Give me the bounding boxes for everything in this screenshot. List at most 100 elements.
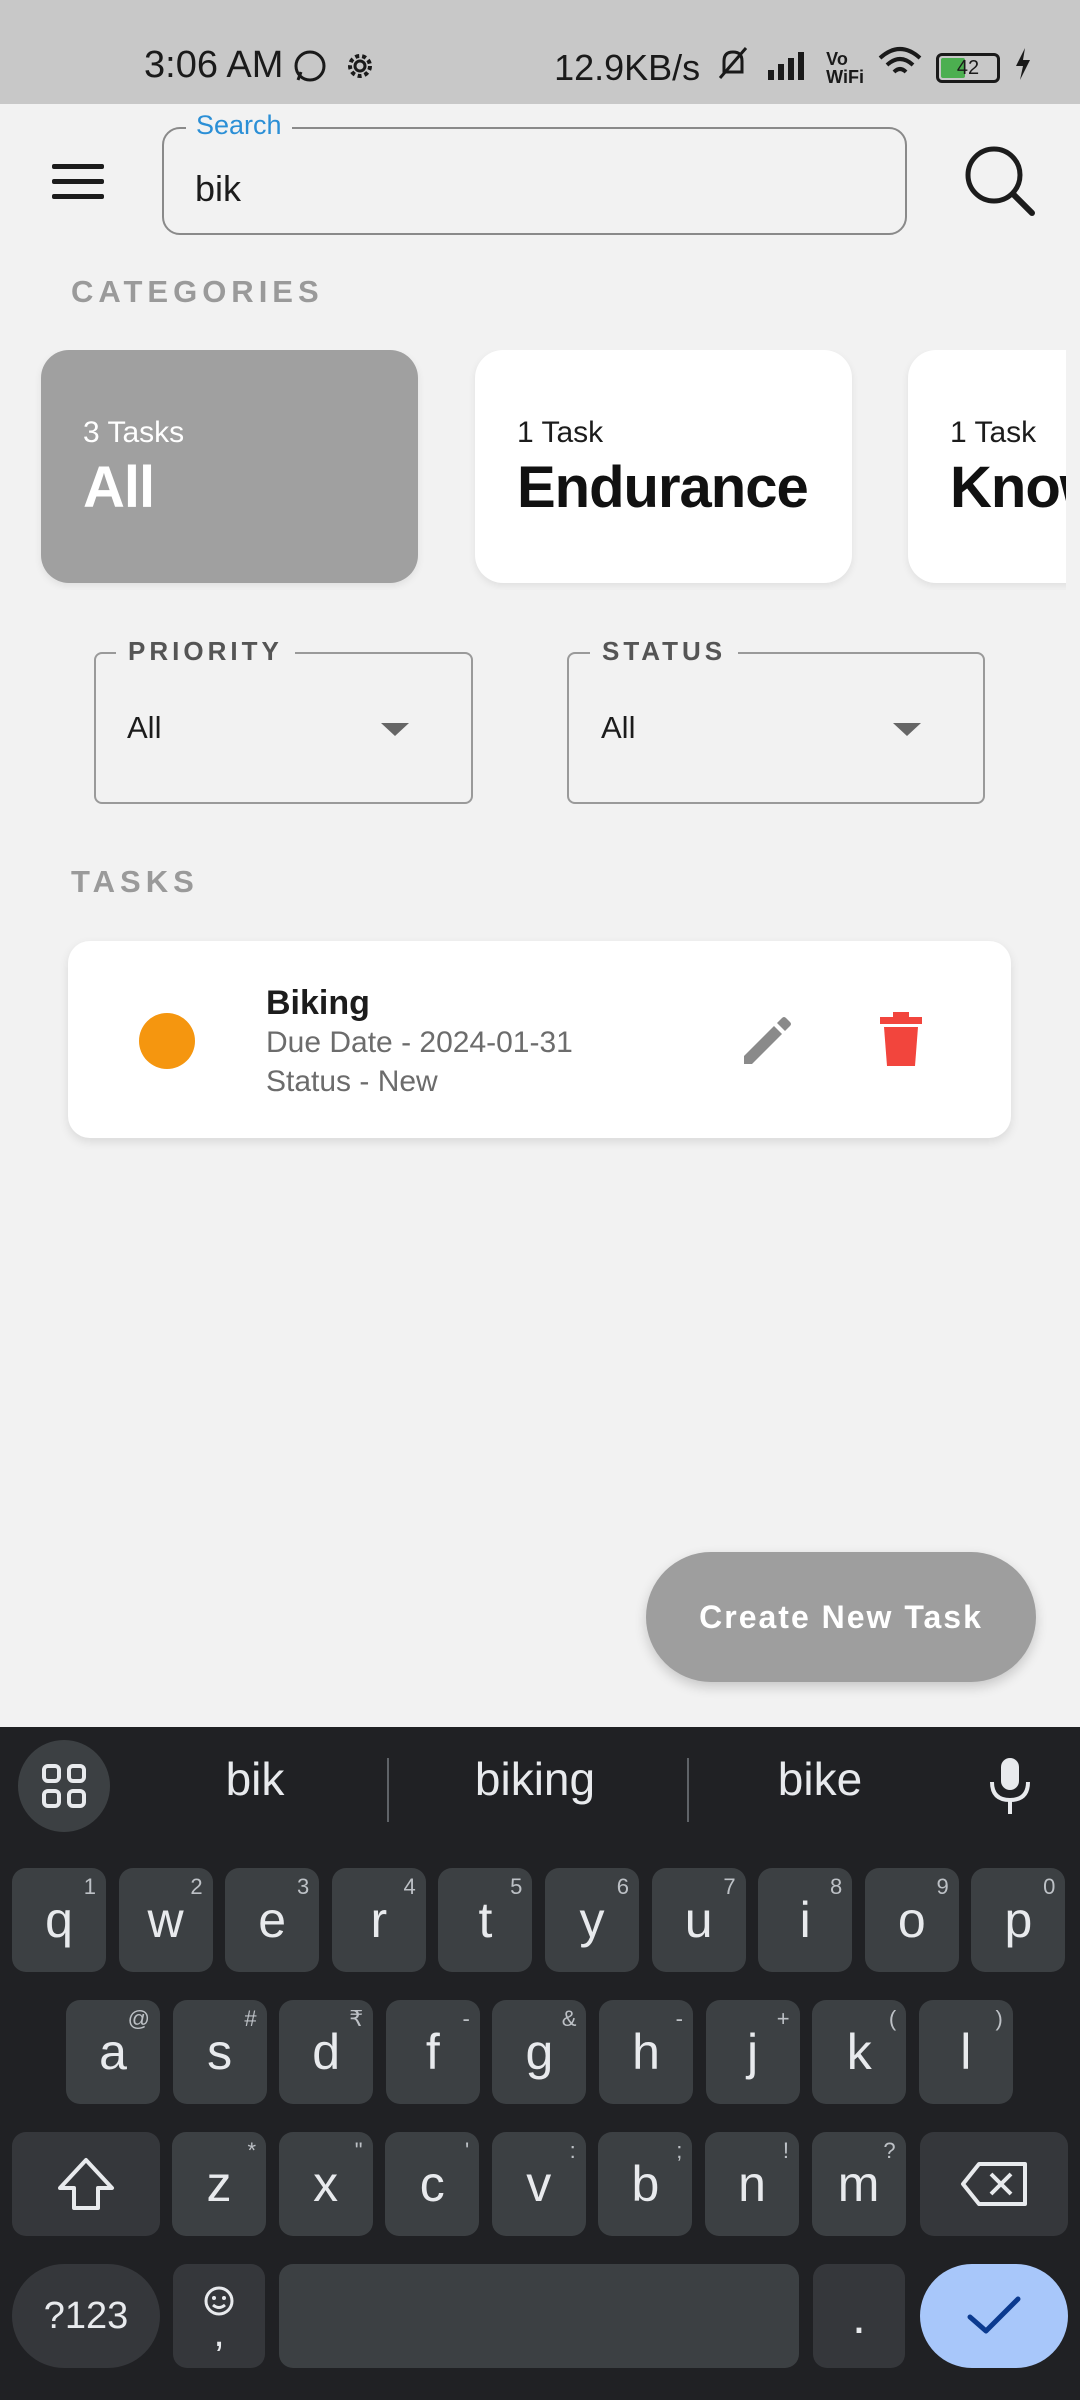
vowifi-icon: Vo WiFi xyxy=(826,48,864,87)
key-hint: 4 xyxy=(403,1874,416,1899)
key-h[interactable]: h- xyxy=(599,2000,693,2104)
key-g[interactable]: g & xyxy=(492,2000,587,2104)
period-key[interactable]: . xyxy=(813,2264,905,2368)
key-hint: ; xyxy=(676,2138,683,2163)
key-c[interactable]: c ' xyxy=(385,2132,480,2236)
key-hint: ? xyxy=(883,2138,896,2163)
edit-pencil-icon[interactable] xyxy=(740,1012,796,1068)
key-hint: * xyxy=(247,2138,256,2163)
key-d[interactable]: d ₹ xyxy=(279,2000,374,2104)
task-title: Biking xyxy=(266,984,370,1022)
key-a[interactable]: a @ xyxy=(66,2000,160,2104)
key-hint: 8 xyxy=(829,1874,843,1899)
key-j[interactable]: j + xyxy=(705,2000,800,2104)
key-label: h xyxy=(632,2024,660,2080)
key-label: o xyxy=(897,1892,926,1948)
network-speed: 12.9KB/s xyxy=(554,46,701,88)
comma-label: , xyxy=(213,2311,225,2355)
key-e[interactable]: e3 xyxy=(225,1868,320,1972)
key-t[interactable]: t5 xyxy=(438,1868,533,1972)
key-l[interactable]: l) xyxy=(918,2000,1013,2104)
key-hint: - xyxy=(462,2006,470,2031)
category-card-endurance[interactable]: 1 Task Endurance xyxy=(475,350,852,583)
key-label: y xyxy=(579,1892,605,1948)
search-value[interactable]: bik xyxy=(195,168,241,210)
settings-gear-icon xyxy=(342,48,378,84)
symbols-key[interactable]: ?123 xyxy=(12,2264,160,2368)
key-y[interactable]: y6 xyxy=(545,1868,639,1972)
key-hint: ! xyxy=(782,2138,789,2163)
key-s[interactable]: s # xyxy=(172,2000,267,2104)
space-key[interactable] xyxy=(279,2264,799,2368)
key-i[interactable]: i8 xyxy=(758,1868,853,1972)
key-hint: 7 xyxy=(723,1874,736,1899)
key-k[interactable]: k( xyxy=(812,2000,907,2104)
wifi-icon xyxy=(878,46,922,89)
search-icon[interactable] xyxy=(962,143,1038,219)
key-p[interactable]: p0 xyxy=(971,1868,1066,1972)
key-f[interactable]: f- xyxy=(385,2000,480,2104)
backspace-key[interactable] xyxy=(920,2132,1068,2236)
key-label: k xyxy=(846,2024,872,2080)
category-name: Endurance xyxy=(517,455,809,520)
key-v[interactable]: v: xyxy=(491,2132,586,2236)
category-card-all[interactable]: 3 Tasks All xyxy=(41,350,418,583)
enter-check-key[interactable] xyxy=(920,2264,1068,2368)
key-label: z xyxy=(206,2156,232,2212)
key-hint: & xyxy=(561,2006,577,2031)
priority-label: PRIORITY xyxy=(116,636,295,667)
key-q[interactable]: q1 xyxy=(12,1868,106,1972)
key-hint: ) xyxy=(995,2006,1003,2031)
category-card-know[interactable]: 1 Task Know xyxy=(908,350,1066,583)
key-o[interactable]: o9 xyxy=(864,1868,959,1972)
key-hint: ' xyxy=(464,2138,470,2163)
status-right: 12.9KB/s Vo WiFi 42 xyxy=(554,44,1032,91)
key-z[interactable]: z * xyxy=(172,2132,266,2236)
suggestion-1[interactable]: bik xyxy=(180,1752,330,1806)
suggestion-2[interactable]: biking xyxy=(430,1752,640,1806)
create-new-task-button[interactable]: Create New Task xyxy=(646,1552,1036,1682)
key-hint: " xyxy=(354,2138,363,2163)
mute-bell-icon xyxy=(714,44,752,91)
key-x[interactable]: x " xyxy=(278,2132,373,2236)
keyboard-apps-grid-icon[interactable] xyxy=(18,1740,110,1832)
category-name: Know xyxy=(950,455,1066,520)
key-label: b xyxy=(631,2156,660,2212)
key-hint: @ xyxy=(127,2006,150,2031)
key-u[interactable]: u7 xyxy=(651,1868,746,1972)
key-hint: # xyxy=(244,2006,257,2031)
status-label: STATUS xyxy=(590,636,739,667)
key-label: v xyxy=(526,2156,552,2212)
delete-trash-icon[interactable] xyxy=(878,1012,924,1066)
key-label: a xyxy=(99,2024,127,2080)
key-hint: 2 xyxy=(190,1874,203,1899)
key-r[interactable]: r4 xyxy=(331,1868,426,1972)
key-m[interactable]: m? xyxy=(811,2132,906,2236)
search-input[interactable] xyxy=(162,127,907,235)
key-hint: 0 xyxy=(1043,1874,1056,1899)
priority-indicator xyxy=(139,1013,195,1069)
key-b[interactable]: b; xyxy=(598,2132,693,2236)
emoji-comma-key[interactable]: , xyxy=(173,2264,265,2368)
suggestion-3[interactable]: bike xyxy=(745,1752,895,1806)
key-hint: 9 xyxy=(936,1874,949,1899)
battery-icon: 42 xyxy=(936,52,1000,83)
key-label: s xyxy=(207,2024,233,2080)
category-count: 1 Task xyxy=(950,416,1037,449)
microphone-icon[interactable] xyxy=(988,1756,1032,1816)
key-hint: 3 xyxy=(296,1874,310,1899)
category-count: 1 Task xyxy=(517,416,604,449)
key-label: i xyxy=(799,1892,811,1948)
key-hint: : xyxy=(569,2138,576,2163)
status-time: 3:06 AM xyxy=(144,44,284,86)
categories-carousel[interactable]: 3 Tasks All 1 Task Endurance 1 Task Know xyxy=(0,350,1066,590)
key-label: w xyxy=(147,1892,184,1948)
task-status: Status - New xyxy=(266,1065,438,1098)
hamburger-menu-icon[interactable] xyxy=(52,164,104,200)
key-w[interactable]: w2 xyxy=(118,1868,213,1972)
shift-key[interactable] xyxy=(12,2132,160,2236)
key-n[interactable]: n! xyxy=(705,2132,799,2236)
key-label: m xyxy=(837,2156,880,2212)
status-value: All xyxy=(601,710,636,745)
key-label: u xyxy=(684,1892,713,1948)
